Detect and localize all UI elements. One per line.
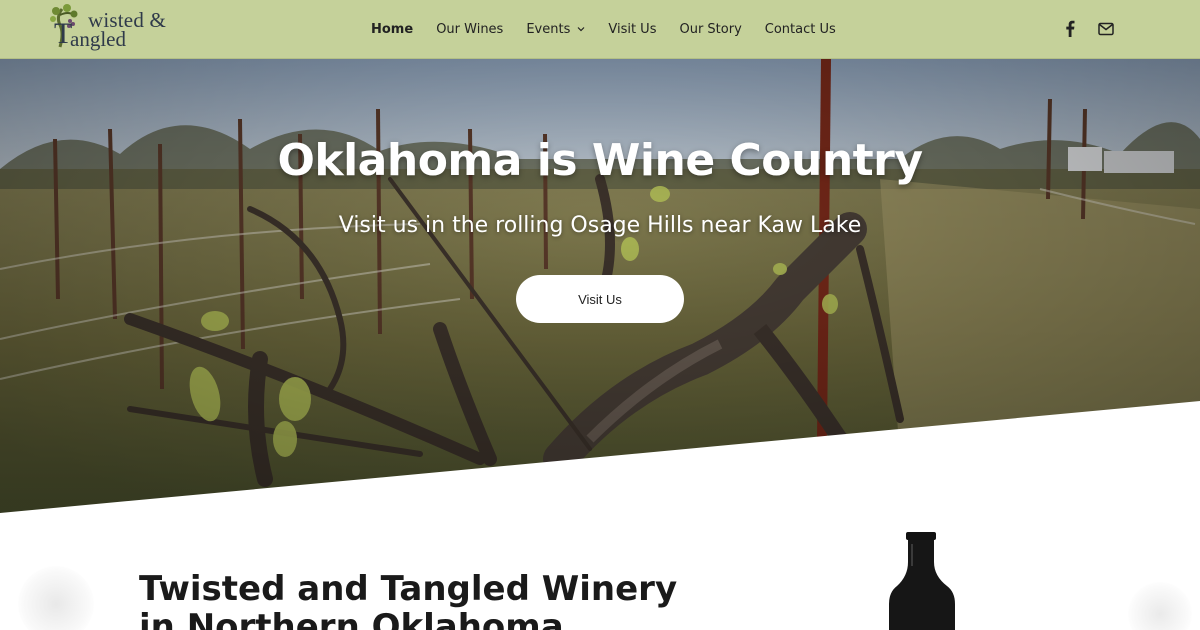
nav-item-our-wines[interactable]: Our Wines	[436, 22, 503, 37]
hero-section: Oklahoma is Wine Country Visit us in the…	[0, 59, 1200, 519]
nav-item-events[interactable]: Events	[526, 22, 585, 37]
hero-subtitle: Visit us in the rolling Osage Hills near…	[338, 213, 862, 238]
decorative-blur-right	[1128, 582, 1192, 630]
intro-heading-line1: Twisted and Tangled Winery	[139, 569, 678, 609]
nav-item-visit-us[interactable]: Visit Us	[608, 22, 656, 37]
chevron-down-icon	[577, 27, 585, 32]
nav-item-our-story[interactable]: Our Story	[679, 22, 741, 37]
mail-icon[interactable]	[1097, 19, 1115, 39]
logo-text-line2: angled	[70, 27, 126, 51]
site-logo[interactable]: T wisted & angled	[48, 3, 178, 53]
site-header: T wisted & angled Home Our Wines Events …	[0, 0, 1200, 59]
facebook-icon[interactable]	[1062, 19, 1078, 39]
hero-title: Oklahoma is Wine Country	[277, 135, 923, 186]
nav-item-home[interactable]: Home	[371, 22, 413, 37]
decorative-blur-left	[18, 566, 94, 630]
main-nav: Home Our Wines Events Visit Us Our Story…	[371, 19, 859, 39]
nav-item-events-label: Events	[526, 21, 571, 37]
intro-heading-line2: in Northern Oklahoma	[139, 607, 564, 630]
nav-item-contact-us[interactable]: Contact Us	[765, 22, 836, 37]
visit-us-button[interactable]: Visit Us	[516, 275, 684, 323]
intro-heading: Twisted and Tangled Winery in Northern O…	[139, 570, 699, 630]
wine-bottle-image	[889, 532, 955, 630]
